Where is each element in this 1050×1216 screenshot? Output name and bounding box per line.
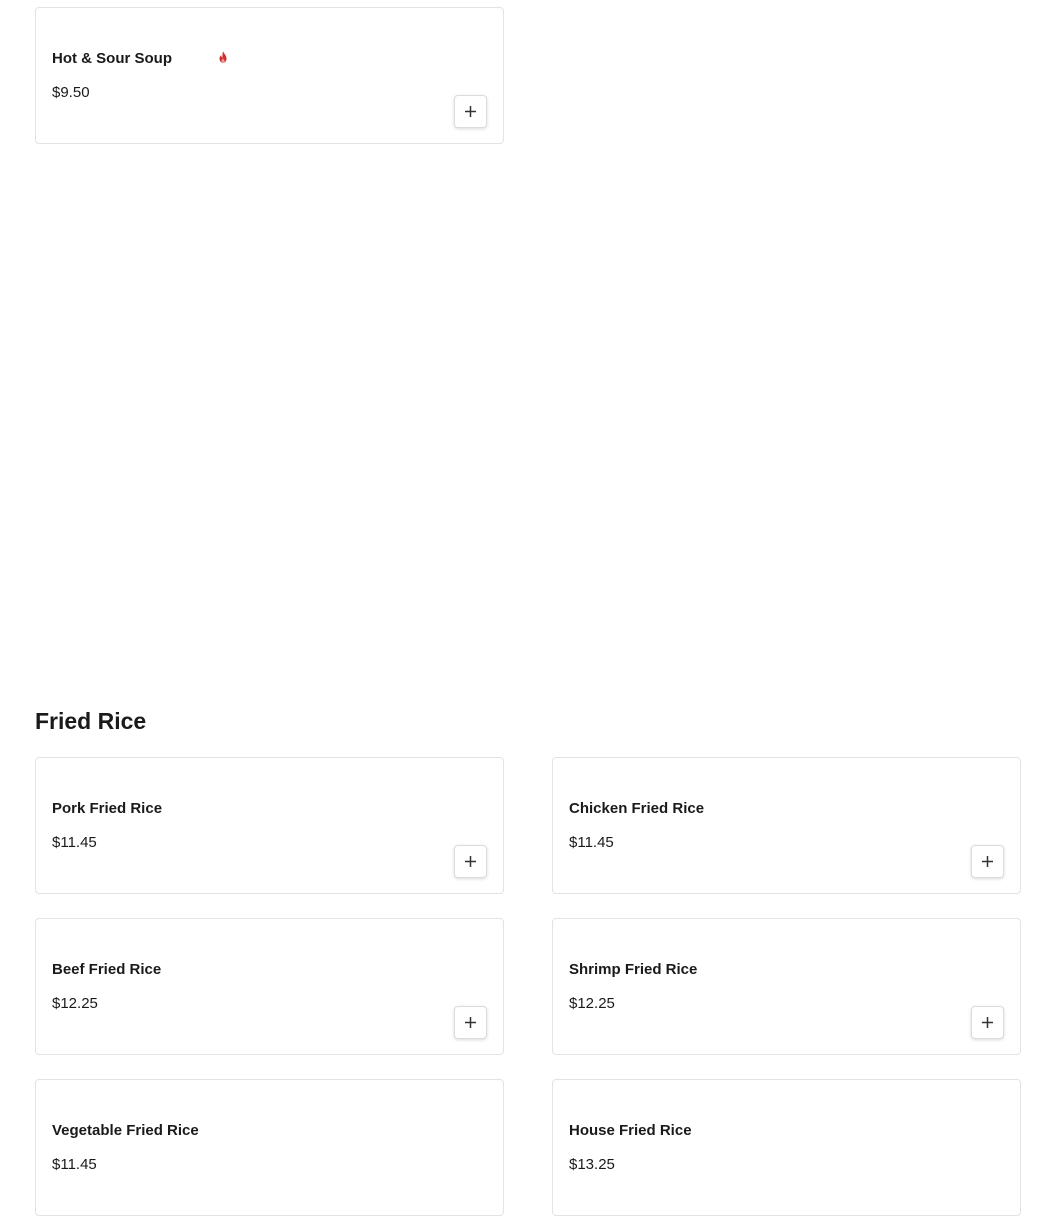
menu-item-name: Chicken Fried Rice — [569, 800, 705, 817]
menu-item-name: Vegetable Fried Rice — [52, 1122, 199, 1139]
menu-item-name-row: Pork Fried Rice — [52, 800, 162, 817]
menu-item-name-row: Vegetable Fried Rice — [52, 1122, 199, 1139]
plus-icon — [465, 1017, 476, 1028]
add-to-cart-button[interactable] — [971, 845, 1004, 878]
menu-item-price: $11.45 — [52, 1156, 97, 1173]
menu-item-name: House Fried Rice — [569, 1122, 692, 1139]
menu-item-name: Shrimp Fried Rice — [569, 961, 698, 978]
menu-item-price: $11.45 — [569, 834, 614, 851]
menu-item-price: $9.50 — [52, 84, 90, 101]
menu-item-name-row: Shrimp Fried Rice — [569, 961, 697, 978]
add-to-cart-button[interactable] — [971, 1006, 1004, 1039]
menu-item-name: Pork Fried Rice — [52, 800, 163, 817]
menu-item-card[interactable]: Pork Fried Rice $11.45 — [35, 757, 504, 894]
add-to-cart-button[interactable] — [454, 1006, 487, 1039]
add-to-cart-button[interactable] — [454, 845, 487, 878]
menu-item-name-row: House Fried Rice — [569, 1122, 692, 1139]
menu-item-card[interactable]: Beef Fried Rice $12.25 — [35, 918, 504, 1055]
plus-icon — [465, 856, 476, 867]
menu-item-price: $13.25 — [569, 1156, 615, 1173]
menu-item-card[interactable]: Chicken Fried Rice $11.45 — [552, 757, 1021, 894]
menu-item-card[interactable]: Vegetable Fried Rice $11.45 — [35, 1079, 504, 1216]
plus-icon — [982, 1017, 993, 1028]
menu-item-card[interactable]: Hot & Sour Soup $9.50 — [35, 7, 504, 144]
menu-item-price: $12.25 — [569, 995, 615, 1012]
menu-item-name-row: Hot & Sour Soup — [52, 50, 230, 67]
menu-item-price: $11.45 — [52, 834, 97, 851]
menu-item-name-row: Chicken Fried Rice — [569, 800, 704, 817]
menu-item-name-row: Beef Fried Rice — [52, 961, 161, 978]
section-title-fried-rice: Fried Rice — [35, 708, 147, 734]
plus-icon — [465, 106, 476, 117]
spicy-flame-icon — [216, 50, 230, 64]
menu-item-card[interactable]: Shrimp Fried Rice $12.25 — [552, 918, 1021, 1055]
menu-item-name: Hot & Sour Soup — [52, 50, 172, 67]
add-to-cart-button[interactable] — [454, 95, 487, 128]
menu-item-price: $12.25 — [52, 995, 98, 1012]
plus-icon — [982, 856, 993, 867]
menu-item-name: Beef Fried Rice — [52, 961, 162, 978]
menu-item-card[interactable]: House Fried Rice $13.25 — [552, 1079, 1021, 1216]
